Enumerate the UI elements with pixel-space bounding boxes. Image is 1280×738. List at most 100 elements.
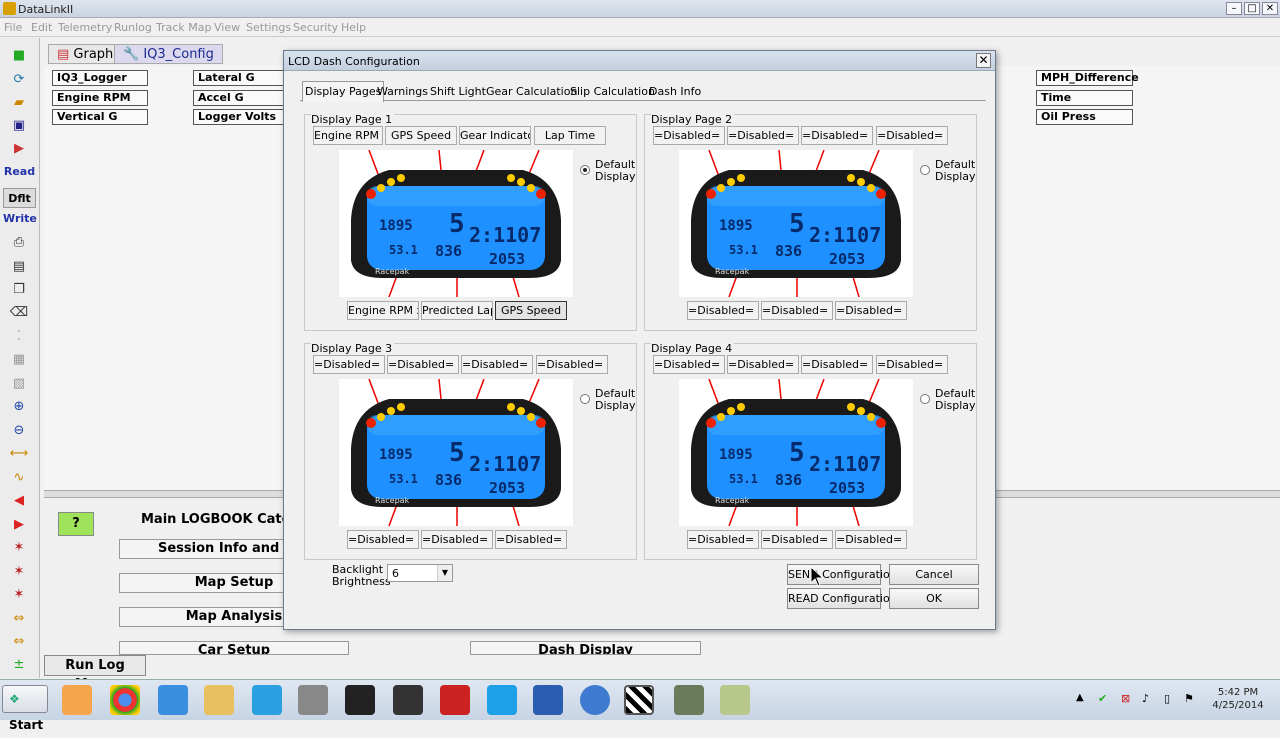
page2-field-top-4[interactable]: =Disabled= x0 (876, 126, 948, 145)
channel-vertical-g[interactable]: Vertical G (52, 109, 148, 125)
tool-e-icon[interactable]: ⇔ (8, 632, 30, 652)
send-configuration-button[interactable]: SEND Configuration (787, 564, 897, 585)
tray-expand-icon[interactable]: ▲ (1076, 692, 1084, 703)
carsim-icon[interactable] (345, 685, 375, 715)
channel-logger-volts[interactable]: Logger Volts (193, 109, 287, 125)
page4-field-bottom-3[interactable]: =Disabled= x0 (835, 530, 907, 549)
save-icon[interactable]: ▣ (8, 116, 30, 136)
page1-field-top-4[interactable]: Lap Time (534, 126, 606, 145)
tray-network-icon[interactable]: ⊠ (1121, 692, 1130, 705)
cancel-button[interactable]: Cancel (889, 564, 979, 585)
page3-default-radio[interactable] (580, 394, 590, 404)
teamviewer-icon[interactable] (252, 685, 282, 715)
tool-app-icon[interactable] (298, 685, 328, 715)
new-icon[interactable]: ■ (8, 46, 30, 66)
chrome-icon[interactable] (110, 685, 140, 715)
notes-icon[interactable] (720, 685, 750, 715)
page3-field-top-1[interactable]: =Disabled= x0 (313, 355, 385, 374)
folder-icon[interactable] (204, 685, 234, 715)
layer-icon[interactable]: ▧ (8, 374, 30, 394)
car-setup-button[interactable]: Car Setup (119, 641, 349, 655)
page1-default-radio[interactable] (580, 165, 590, 175)
flag-icon[interactable]: ⚑ (1184, 692, 1194, 705)
start-button[interactable]: ❖ Start (2, 685, 48, 732)
menu-track-map[interactable]: Track Map (156, 21, 212, 34)
read-configuration-button[interactable]: READ Configuration (787, 588, 897, 609)
page4-field-top-1[interactable]: =Disabled= x0 (653, 355, 725, 374)
print-icon[interactable]: ⎙ (8, 233, 30, 253)
page1-field-bottom-3[interactable]: GPS Speed (495, 301, 567, 320)
page2-default-radio[interactable] (920, 165, 930, 175)
page4-default-radio[interactable] (920, 394, 930, 404)
read-button[interactable]: Read (3, 162, 36, 182)
page1-field-top-1[interactable]: Engine RPM x (313, 126, 383, 145)
eraser-icon[interactable]: ⌫ (8, 303, 30, 323)
racepak-datalink-icon[interactable] (624, 685, 654, 715)
chevron-down-icon[interactable]: ▼ (437, 565, 452, 581)
run-log-menu-tab[interactable]: Run Log Menu (44, 655, 146, 692)
tab-gear-calculation[interactable]: Gear Calculation (484, 82, 579, 101)
page2-field-top-2[interactable]: =Disabled= x0 (727, 126, 799, 145)
tab-slip-calculation[interactable]: Slip Calculation (568, 82, 657, 101)
page4-field-bottom-2[interactable]: =Disabled= x0 (761, 530, 833, 549)
acl-icon[interactable] (393, 685, 423, 715)
channel-accel-g[interactable]: Accel G (193, 90, 287, 106)
channel-iq3-logger[interactable]: IQ3_Logger (52, 70, 148, 86)
menu-view[interactable]: View (214, 21, 240, 34)
dash-display-button[interactable]: Dash Display (470, 641, 701, 655)
tray-shield-icon[interactable]: ✔ (1098, 692, 1107, 705)
minimize-icon[interactable]: – (1226, 2, 1242, 15)
ie-icon[interactable] (158, 685, 188, 715)
channel-lateral-g[interactable]: Lateral G (193, 70, 287, 86)
channel-time[interactable]: Time (1036, 90, 1133, 106)
tool-c-icon[interactable]: ✶ (8, 585, 30, 605)
tool-b-icon[interactable]: ✶ (8, 562, 30, 582)
page4-field-bottom-1[interactable]: =Disabled= x0 (687, 530, 759, 549)
default-button[interactable]: Dflt (3, 188, 36, 208)
arrow-left-icon[interactable]: ◀ (8, 491, 30, 511)
page3-field-bottom-1[interactable]: =Disabled= x0 (347, 530, 419, 549)
open-folder-icon[interactable]: ▰ (8, 93, 30, 113)
refresh-icon[interactable]: ⟳ (8, 70, 30, 90)
menu-security[interactable]: Security (293, 21, 338, 34)
tool-a-icon[interactable]: ✶ (8, 538, 30, 558)
taskbar-clock[interactable]: 5:42 PM 4/25/2014 (1208, 686, 1268, 712)
tool-d-icon[interactable]: ⇔ (8, 609, 30, 629)
channel-engine-rpm[interactable]: Engine RPM (52, 90, 148, 106)
channel-mph-difference[interactable]: MPH_Difference (1036, 70, 1139, 86)
menu-help[interactable]: Help (341, 21, 366, 34)
tab-warnings[interactable]: Warnings (375, 82, 430, 101)
tray-device-icon[interactable]: ▯ (1164, 692, 1170, 705)
page3-field-bottom-2[interactable]: =Disabled= x0 (421, 530, 493, 549)
page2-field-top-1[interactable]: =Disabled= x0 (653, 126, 725, 145)
tab-dash-info[interactable]: Dash Info (647, 82, 703, 101)
menu-settings[interactable]: Settings (246, 21, 291, 34)
page3-field-top-4[interactable]: =Disabled= x0 (536, 355, 608, 374)
page2-field-bottom-2[interactable]: =Disabled= x0 (761, 301, 833, 320)
menu-edit[interactable]: Edit (31, 21, 52, 34)
graph-wave-icon[interactable]: ∿ (8, 468, 30, 488)
menu-telemetry[interactable]: Telemetry (58, 21, 112, 34)
close-icon[interactable]: ✕ (1262, 2, 1278, 15)
copy-icon[interactable]: ❐ (8, 280, 30, 300)
ok-button[interactable]: OK (889, 588, 979, 609)
page1-field-top-3[interactable]: Gear Indicator (459, 126, 531, 145)
document-icon[interactable]: ▤ (8, 257, 30, 277)
zoom-in-icon[interactable]: ⊕ (8, 397, 30, 417)
page2-field-bottom-1[interactable]: =Disabled= x0 (687, 301, 759, 320)
page3-field-bottom-3[interactable]: =Disabled= x0 (495, 530, 567, 549)
import-icon[interactable]: ▶ (8, 139, 30, 159)
page1-field-top-2[interactable]: GPS Speed (385, 126, 457, 145)
word-icon[interactable] (533, 685, 563, 715)
grid-icon[interactable]: ▦ (8, 350, 30, 370)
volume-icon[interactable]: ♪ (1142, 692, 1149, 705)
graph-axis-icon[interactable]: ⟷ (8, 444, 30, 464)
utility-icon[interactable] (674, 685, 704, 715)
backlight-select[interactable]: 6 ▼ (387, 564, 453, 582)
dots-icon[interactable]: ⁚ (8, 327, 30, 347)
tab-graph[interactable]: ▤ Graph (48, 44, 123, 64)
tab-iq3-config[interactable]: 🔧 IQ3_Config (114, 44, 223, 64)
zoom-out-icon[interactable]: ⊖ (8, 421, 30, 441)
page2-field-bottom-3[interactable]: =Disabled= x0 (835, 301, 907, 320)
itunes-icon[interactable] (580, 685, 610, 715)
